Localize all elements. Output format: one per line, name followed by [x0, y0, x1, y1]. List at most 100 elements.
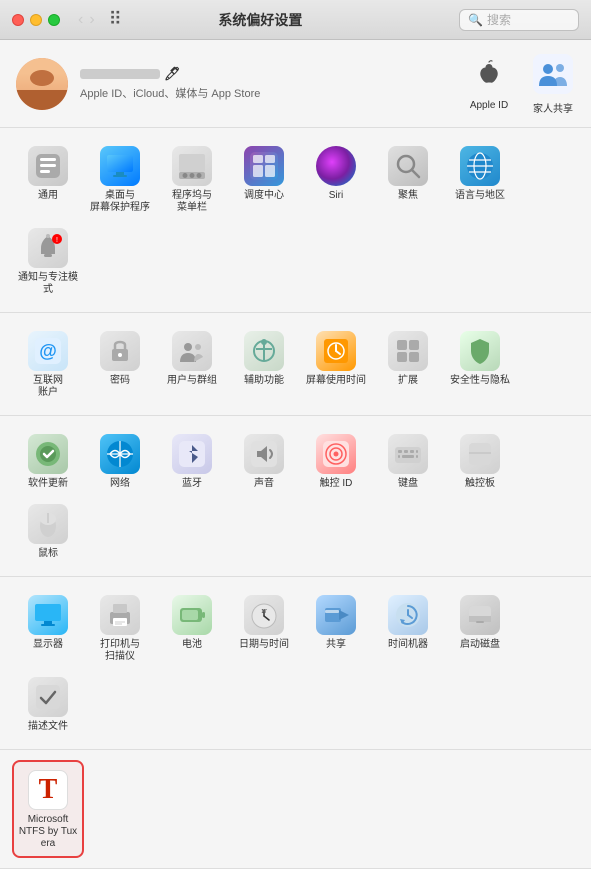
- item-notif[interactable]: ! 通知与专注模式: [12, 220, 84, 302]
- software-label: 软件更新: [28, 478, 68, 490]
- battery-icon: [172, 595, 212, 635]
- item-timemachine[interactable]: 时间机器: [372, 587, 444, 669]
- apple-id-label: Apple ID: [470, 100, 508, 111]
- item-extensions[interactable]: 扩展: [372, 323, 444, 405]
- printer-label: 打印机与扫描仪: [100, 639, 140, 663]
- apple-id-action[interactable]: Apple ID: [467, 52, 511, 115]
- section3-grid: 软件更新 网络 蓝牙 声音 触控 ID: [12, 426, 579, 566]
- item-desktop[interactable]: 桌面与屏幕保护程序: [84, 138, 156, 220]
- profile-subtitle: Apple ID、iCloud、媒体与 App Store: [80, 85, 260, 101]
- close-button[interactable]: [12, 14, 24, 26]
- profiles-label: 描述文件: [28, 721, 68, 733]
- section-accounts: @ 互联网账户 密码 用户与群组 辅助功能 屏幕使用时: [0, 313, 591, 416]
- notif-icon: !: [28, 228, 68, 268]
- touchid-icon: [316, 434, 356, 474]
- password-icon: [100, 331, 140, 371]
- spotlight-label: 聚焦: [398, 190, 418, 202]
- general-label: 通用: [38, 190, 58, 202]
- minimize-button[interactable]: [30, 14, 42, 26]
- lang-icon: [460, 146, 500, 186]
- section4-grid: 显示器 打印机与扫描仪 电池 17 日期与时间 共享: [12, 587, 579, 739]
- item-sharing[interactable]: 共享: [300, 587, 372, 669]
- item-printer[interactable]: 打印机与扫描仪: [84, 587, 156, 669]
- search-box[interactable]: 🔍: [459, 9, 579, 31]
- search-input[interactable]: [487, 13, 567, 27]
- traffic-lights: [12, 14, 60, 26]
- siri-icon: [316, 146, 356, 186]
- section5-grid: T MicrosoftNTFS by Tuxera: [12, 760, 579, 858]
- mission-label: 调度中心: [244, 190, 284, 202]
- dock-icon: [172, 146, 212, 186]
- section-general: 通用 桌面与屏幕保护程序 程序坞与菜单栏 调度中心 Siri: [0, 128, 591, 313]
- display-label: 显示器: [33, 639, 63, 651]
- startup-label: 启动磁盘: [460, 639, 500, 651]
- item-general[interactable]: 通用: [12, 138, 84, 220]
- item-software[interactable]: 软件更新: [12, 426, 84, 496]
- item-mission[interactable]: 调度中心: [228, 138, 300, 220]
- trackpad-icon: [460, 434, 500, 474]
- internet-icon: @: [28, 331, 68, 371]
- item-screentime[interactable]: 屏幕使用时间: [300, 323, 372, 405]
- item-siri[interactable]: Siri: [300, 138, 372, 220]
- item-battery[interactable]: 电池: [156, 587, 228, 669]
- users-label: 用户与群组: [167, 375, 217, 387]
- search-icon: 🔍: [468, 13, 483, 27]
- screentime-icon: [316, 331, 356, 371]
- desktop-icon: [100, 146, 140, 186]
- touchid-label: 触控 ID: [320, 478, 353, 490]
- item-spotlight[interactable]: 聚焦: [372, 138, 444, 220]
- timemachine-label: 时间机器: [388, 639, 428, 651]
- item-ntfs[interactable]: T MicrosoftNTFS by Tuxera: [12, 760, 84, 858]
- ntfs-t-symbol: T: [39, 774, 58, 806]
- lang-label: 语言与地区: [455, 190, 505, 202]
- notif-label: 通知与专注模式: [16, 272, 80, 296]
- network-label: 网络: [110, 478, 130, 490]
- item-password[interactable]: 密码: [84, 323, 156, 405]
- item-touchid[interactable]: 触控 ID: [300, 426, 372, 496]
- bluetooth-label: 蓝牙: [182, 478, 202, 490]
- titlebar: ‹ › ⠿ 系统偏好设置 🔍: [0, 0, 591, 40]
- item-keyboard[interactable]: 键盘: [372, 426, 444, 496]
- item-security[interactable]: 安全性与隐私: [444, 323, 516, 405]
- item-trackpad[interactable]: 触控板: [444, 426, 516, 496]
- item-access[interactable]: 辅助功能: [228, 323, 300, 405]
- profile-info: 🖊 Apple ID、iCloud、媒体与 App Store: [80, 66, 260, 101]
- keyboard-icon: [388, 434, 428, 474]
- item-mouse[interactable]: 鼠标: [12, 496, 84, 566]
- item-dock[interactable]: 程序坞与菜单栏: [156, 138, 228, 220]
- item-profiles[interactable]: 描述文件: [12, 669, 84, 739]
- maximize-button[interactable]: [48, 14, 60, 26]
- timemachine-icon: [388, 595, 428, 635]
- avatar[interactable]: [16, 58, 68, 110]
- item-network[interactable]: 网络: [84, 426, 156, 496]
- screentime-label: 屏幕使用时间: [306, 375, 366, 387]
- startup-icon: [460, 595, 500, 635]
- item-internet[interactable]: @ 互联网账户: [12, 323, 84, 405]
- profile-name: 🖊: [80, 66, 260, 82]
- software-icon: [28, 434, 68, 474]
- item-sound[interactable]: 声音: [228, 426, 300, 496]
- item-bluetooth[interactable]: 蓝牙: [156, 426, 228, 496]
- item-datetime[interactable]: 17 日期与时间: [228, 587, 300, 669]
- datetime-icon: 17: [244, 595, 284, 635]
- item-display[interactable]: 显示器: [12, 587, 84, 669]
- extensions-label: 扩展: [398, 375, 418, 387]
- family-sharing-icon: [531, 52, 575, 96]
- access-label: 辅助功能: [244, 375, 284, 387]
- keyboard-label: 键盘: [398, 478, 418, 490]
- item-lang[interactable]: 语言与地区: [444, 138, 516, 220]
- network-icon: [100, 434, 140, 474]
- section2-grid: @ 互联网账户 密码 用户与群组 辅助功能 屏幕使用时: [12, 323, 579, 405]
- item-users[interactable]: 用户与群组: [156, 323, 228, 405]
- item-startup[interactable]: 启动磁盘: [444, 587, 516, 669]
- svg-text:@: @: [39, 341, 57, 361]
- profile-name-emoji: 🖊: [164, 66, 181, 82]
- sound-icon: [244, 434, 284, 474]
- family-sharing-label: 家人共享: [533, 100, 573, 115]
- spotlight-icon: [388, 146, 428, 186]
- section-system: 显示器 打印机与扫描仪 电池 17 日期与时间 共享: [0, 577, 591, 750]
- mouse-label: 鼠标: [38, 548, 58, 560]
- ntfs-icon: T: [28, 770, 68, 810]
- family-sharing-action[interactable]: 家人共享: [531, 52, 575, 115]
- sharing-label: 共享: [326, 639, 346, 651]
